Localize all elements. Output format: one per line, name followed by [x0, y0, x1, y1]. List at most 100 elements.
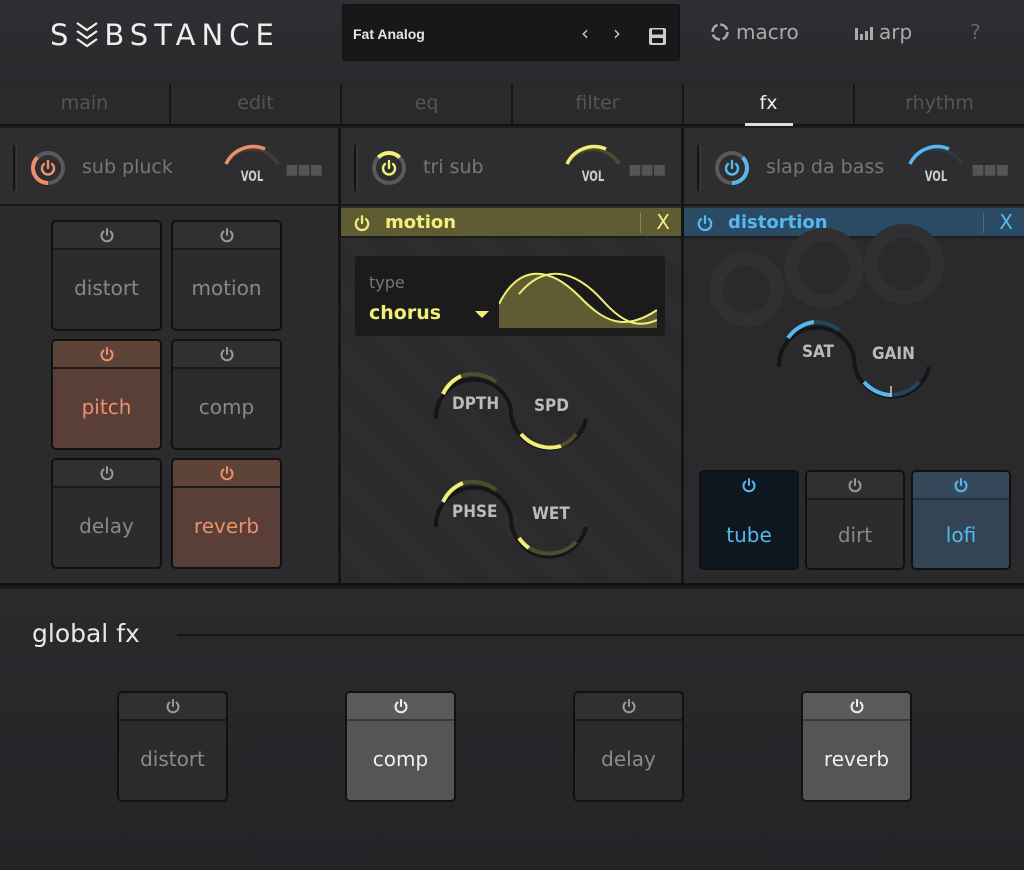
layer-name: slap da bass	[766, 156, 885, 178]
preset-browser: Fat Analog ‹ ›	[342, 4, 680, 61]
layer-1-header: sub pluck VOL ■■■	[0, 128, 338, 206]
layer-3-column: slap da bass VOL ■■■ distortion X SAT GA…	[684, 128, 1024, 583]
volume-label: VOL	[240, 169, 264, 185]
layer-3-header: slap da bass VOL ■■■	[684, 128, 1024, 206]
logo-text-right: BSTANCE	[104, 18, 280, 52]
main-tabs: main edit eq filter fx rhythm	[0, 84, 1024, 126]
layer-power-knob-icon[interactable]	[712, 148, 752, 188]
fx-tile-label: delay	[601, 747, 656, 771]
fx-tile-reverb[interactable]: reverb	[171, 458, 282, 569]
global-fx-tile-distort[interactable]: distort	[117, 691, 228, 802]
close-fx-button[interactable]: X	[999, 210, 1013, 234]
tab-filter[interactable]: filter	[513, 84, 684, 124]
layer-power-knob-icon[interactable]	[369, 148, 409, 188]
fx-panel-title: motion	[385, 212, 457, 233]
app-logo: S BSTANCE	[50, 18, 280, 52]
close-fx-button[interactable]: X	[656, 210, 670, 234]
divider	[177, 634, 1024, 636]
gain-knob-label[interactable]: GAIN	[872, 344, 915, 364]
power-icon	[622, 699, 635, 714]
power-icon	[100, 228, 113, 243]
distortion-mode-dirt[interactable]: dirt	[805, 470, 905, 570]
power-icon	[850, 699, 863, 714]
tab-fx[interactable]: fx	[684, 84, 855, 126]
dpth-knob-label[interactable]: DPTH	[452, 394, 499, 414]
distortion-mode-tube[interactable]: tube	[699, 470, 799, 570]
preset-next-button[interactable]: ›	[613, 21, 621, 45]
volume-knob[interactable]: VOL	[902, 142, 970, 192]
fx-tile-label: reverb	[193, 514, 260, 538]
global-fx-section: global fx distort comp delay reverb	[0, 589, 1024, 870]
type-label: type	[369, 273, 405, 292]
type-value[interactable]: chorus	[369, 302, 441, 324]
tab-main[interactable]: main	[0, 84, 171, 124]
fx-tile-label: comp	[198, 395, 255, 419]
tab-eq[interactable]: eq	[342, 84, 513, 124]
volume-arc-icon	[908, 144, 964, 165]
fx-power-icon[interactable]	[696, 214, 714, 232]
drag-handle[interactable]	[697, 145, 701, 191]
distortion-mode-lofi[interactable]: lofi	[911, 470, 1011, 570]
arp-button[interactable]: arp	[855, 20, 912, 44]
save-preset-icon[interactable]	[648, 27, 667, 46]
fx-tile-motion[interactable]: motion	[171, 220, 282, 331]
divider	[983, 213, 984, 233]
power-icon	[954, 478, 968, 493]
drag-handle[interactable]	[354, 145, 358, 191]
fx-tile-pitch[interactable]: pitch	[51, 339, 162, 450]
logo-text-left: S	[50, 18, 75, 52]
layer-name: sub pluck	[82, 156, 173, 178]
more-options-button[interactable]: ■■■	[285, 162, 323, 178]
global-fx-title: global fx	[32, 619, 140, 648]
global-fx-tile-delay[interactable]: delay	[573, 691, 684, 802]
volume-arc-icon	[565, 144, 621, 165]
motion-type-selector[interactable]: type chorus	[355, 256, 665, 336]
fx-tile-distort[interactable]: distort	[51, 220, 162, 331]
volume-knob[interactable]: VOL	[559, 142, 627, 192]
layer-2-column: tri sub VOL ■■■ motion X type chorus DPT…	[341, 128, 684, 583]
fx-tile-delay[interactable]: delay	[51, 458, 162, 569]
sat-knob-label[interactable]: SAT	[802, 342, 834, 362]
preset-name[interactable]: Fat Analog	[353, 26, 425, 42]
tab-edit[interactable]: edit	[171, 84, 342, 124]
divider	[640, 213, 641, 233]
top-bar: S BSTANCE Fat Analog ‹ › macro arp ?	[0, 0, 1024, 88]
help-button[interactable]: ?	[970, 20, 981, 44]
fx-tile-comp[interactable]: comp	[171, 339, 282, 450]
layer-name: tri sub	[423, 156, 484, 178]
layer-power-knob-icon[interactable]	[28, 148, 68, 188]
spd-knob-arc[interactable]	[519, 432, 562, 450]
volume-knob[interactable]: VOL	[218, 142, 286, 192]
macro-button[interactable]: macro	[710, 20, 799, 44]
fx-tile-label: comp	[372, 747, 429, 771]
power-icon	[220, 466, 233, 481]
global-fx-tile-comp[interactable]: comp	[345, 691, 456, 802]
power-icon	[100, 347, 113, 362]
arp-label: arp	[879, 20, 913, 44]
layer-1-column: sub pluck VOL ■■■ distort motion pitch c…	[0, 128, 341, 583]
chorus-waveform-display	[499, 272, 657, 328]
mode-label: tube	[726, 523, 772, 547]
preset-prev-button[interactable]: ‹	[581, 21, 589, 45]
mode-label: lofi	[945, 523, 977, 547]
layer-2-header: tri sub VOL ■■■	[341, 128, 681, 206]
fx-power-icon[interactable]	[353, 214, 371, 232]
macro-ring-icon	[711, 23, 729, 41]
fx-panel-header-distortion: distortion X	[684, 208, 1024, 238]
power-icon	[848, 478, 862, 493]
dropdown-arrow-icon[interactable]	[475, 311, 489, 318]
phse-knob-label[interactable]: PHSE	[452, 502, 497, 522]
gain-knob-arc[interactable]	[862, 380, 892, 397]
fx-tile-label: motion	[191, 276, 262, 300]
more-options-button[interactable]: ■■■	[971, 162, 1009, 178]
drag-handle[interactable]	[13, 145, 17, 191]
power-icon	[220, 228, 233, 243]
power-icon	[166, 699, 179, 714]
more-options-button[interactable]: ■■■	[628, 162, 666, 178]
wet-knob-label[interactable]: WET	[532, 504, 570, 524]
fx-panel-header-motion: motion X	[341, 208, 681, 238]
tab-rhythm[interactable]: rhythm	[855, 84, 1024, 124]
global-fx-tile-reverb[interactable]: reverb	[801, 691, 912, 802]
spd-knob-label[interactable]: SPD	[534, 396, 569, 416]
fx-tile-label: distort	[74, 276, 139, 300]
